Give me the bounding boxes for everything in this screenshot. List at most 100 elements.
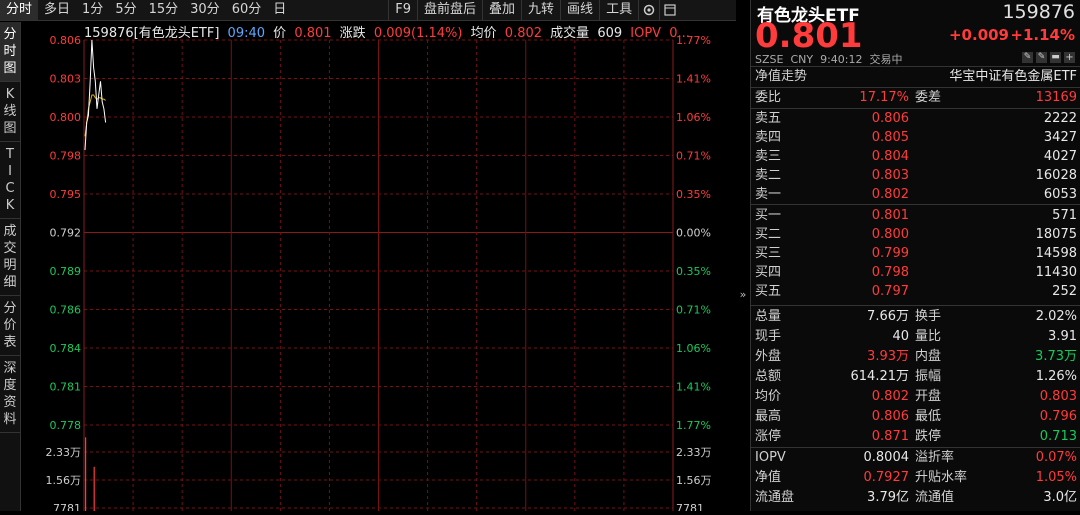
bid-row: 买二 0.800 18075	[755, 225, 1077, 244]
collapse-panel-icon[interactable]: »	[737, 280, 749, 310]
ask-price[interactable]: 0.804	[872, 147, 909, 166]
stat-value: 3.73万	[1035, 349, 1077, 364]
td-sequential-button[interactable]: 九转	[521, 0, 560, 20]
price-tick-label: 0.778	[50, 419, 82, 432]
bid-row: 买五 0.797 252	[755, 282, 1077, 301]
price-tick-label: 0.786	[50, 304, 82, 317]
stat-value: 3.0亿	[1043, 490, 1077, 505]
bid-volume: 11430	[1035, 265, 1077, 280]
edit-icon[interactable]: ✎	[1022, 52, 1033, 63]
stat-label: 涨停	[755, 429, 782, 444]
tab-day[interactable]: 日	[267, 0, 292, 20]
volume-tick-label: 2.33万	[46, 446, 82, 459]
f9-button[interactable]: F9	[388, 0, 417, 20]
bid-row: 买一 0.801 571	[755, 206, 1077, 225]
bid-price[interactable]: 0.798	[872, 263, 909, 282]
stat-label: 跌停	[915, 429, 942, 444]
minus-icon[interactable]: ▬	[1050, 52, 1061, 63]
plus-icon[interactable]: +	[1064, 52, 1075, 63]
tab-30min[interactable]: 30分	[184, 0, 226, 20]
tab-price-table[interactable]: 分价表	[0, 296, 20, 356]
bid-row: 买三 0.799 14598	[755, 244, 1077, 263]
chart-info-bar: 159876[有色龙头ETF] 09:40 价 0.801 涨跌 0.009(1…	[84, 22, 694, 39]
stat-row: 总额 614.21万 振幅 1.26%	[755, 367, 1077, 386]
stat-label: 总额	[755, 369, 782, 384]
ask-price[interactable]: 0.805	[872, 128, 909, 147]
bid-price[interactable]: 0.801	[872, 206, 909, 225]
market: SZSE	[755, 53, 784, 66]
pen-icon[interactable]: ✎	[1036, 52, 1047, 63]
stat-label: 最低	[915, 409, 942, 424]
nav-trend-link[interactable]: 净值走势	[755, 67, 807, 86]
quote-panel: 有色龙头ETF 159876 0.801 +0.009 +1.14% SZSE …	[750, 0, 1080, 511]
stat-label: 内盘	[915, 349, 942, 364]
stat-label: 开盘	[915, 389, 942, 404]
bid-price[interactable]: 0.799	[872, 244, 909, 263]
tab-trade-detail[interactable]: 成交明细	[0, 219, 20, 296]
overlay-button[interactable]: 叠加	[482, 0, 521, 20]
price-value: 0.801	[294, 26, 332, 39]
pre-post-market-button[interactable]: 盘前盘后	[417, 0, 482, 20]
stat-value: 0.803	[1039, 389, 1077, 404]
ask-row: 卖四 0.805 3427	[755, 128, 1077, 147]
iopv-label: IOPV	[630, 26, 662, 39]
volume-label: 成交量	[550, 26, 590, 39]
stat-value: 3.91	[1048, 329, 1077, 344]
tab-60min[interactable]: 60分	[226, 0, 268, 20]
bid-level-label: 买二	[755, 227, 782, 242]
bid-price[interactable]: 0.797	[872, 282, 909, 301]
window-icon[interactable]	[659, 0, 680, 20]
bid-price[interactable]: 0.800	[872, 225, 909, 244]
tab-tick[interactable]: TICK	[0, 142, 20, 219]
chart-canvas: 0.806 1.77% 0.803 1.41% 0.800 1.06% 0.798 0.71%…	[46, 34, 712, 515]
tab-depth[interactable]: 深度资料	[0, 356, 20, 433]
ratio-label: 委比	[755, 90, 782, 105]
stat-value: 0.796	[1039, 409, 1077, 424]
tab-time-sharing[interactable]: 分时图	[0, 22, 20, 82]
tab-5min[interactable]: 5分	[109, 0, 142, 20]
price-tick-label: 0.792	[50, 227, 82, 240]
stat-value: 0.802	[871, 389, 909, 404]
tab-15min[interactable]: 15分	[143, 0, 185, 20]
ask-price[interactable]: 0.806	[872, 109, 909, 128]
stat-value: 2.02%	[1035, 309, 1077, 324]
tab-kline[interactable]: K线图	[0, 82, 20, 142]
stat-label: 振幅	[915, 369, 942, 384]
ask-price[interactable]: 0.803	[872, 166, 909, 185]
stat-value: 0.713	[1039, 429, 1077, 444]
panel-icons: ✎ ✎ ▬ +	[1022, 52, 1075, 63]
ask-level-label: 卖二	[755, 168, 782, 183]
ask-row: 卖五 0.806 2222	[755, 109, 1077, 128]
draw-line-button[interactable]: 画线	[560, 0, 599, 20]
security-name: 159876[有色龙头ETF]	[84, 26, 220, 39]
volume-bar	[93, 466, 95, 511]
stat-row: 均价 0.802 开盘 0.803	[755, 387, 1077, 406]
ask-level-label: 卖五	[755, 111, 782, 126]
price-tick-label: 0.803	[50, 73, 82, 86]
pct-tick-label: 0.00%	[676, 227, 711, 240]
ask-volume: 4027	[1043, 149, 1077, 164]
tab-1min[interactable]: 1分	[76, 0, 109, 20]
volume-value: 609	[597, 26, 623, 39]
gear-icon[interactable]	[638, 0, 659, 20]
stat-label: 现手	[755, 329, 782, 344]
pct-tick-label: 1.77%	[676, 419, 711, 432]
ask-price[interactable]: 0.802	[872, 185, 909, 204]
divider	[751, 305, 1080, 306]
price-label: 价	[273, 26, 287, 39]
tab-multi-day[interactable]: 多日	[38, 0, 76, 20]
stat-label: 升贴水率	[915, 470, 968, 485]
pct-tick-label: 1.06%	[676, 342, 711, 355]
security-code: 159876	[1002, 1, 1075, 23]
index-name: 华宝中证有色金属ETF	[949, 69, 1077, 84]
tab-intraday[interactable]: 分时	[0, 0, 39, 20]
volume-tick-label: 1.56万	[46, 474, 82, 487]
tools-button[interactable]: 工具	[599, 0, 638, 20]
view-tabs: 分时图 K线图 TICK 成交明细 分价表 深度资料	[0, 22, 21, 511]
extra-row: 净值 0.7927 升贴水率 1.05%	[755, 468, 1077, 487]
bid-row: 买四 0.798 11430	[755, 263, 1077, 282]
intraday-chart[interactable]: 159876[有色龙头ETF] 09:40 价 0.801 涨跌 0.009(1…	[21, 21, 736, 515]
stat-value: 0.07%	[1035, 450, 1077, 465]
pct-tick-label: 0.35%	[676, 265, 711, 278]
ask-row: 卖一 0.802 6053	[755, 185, 1077, 204]
